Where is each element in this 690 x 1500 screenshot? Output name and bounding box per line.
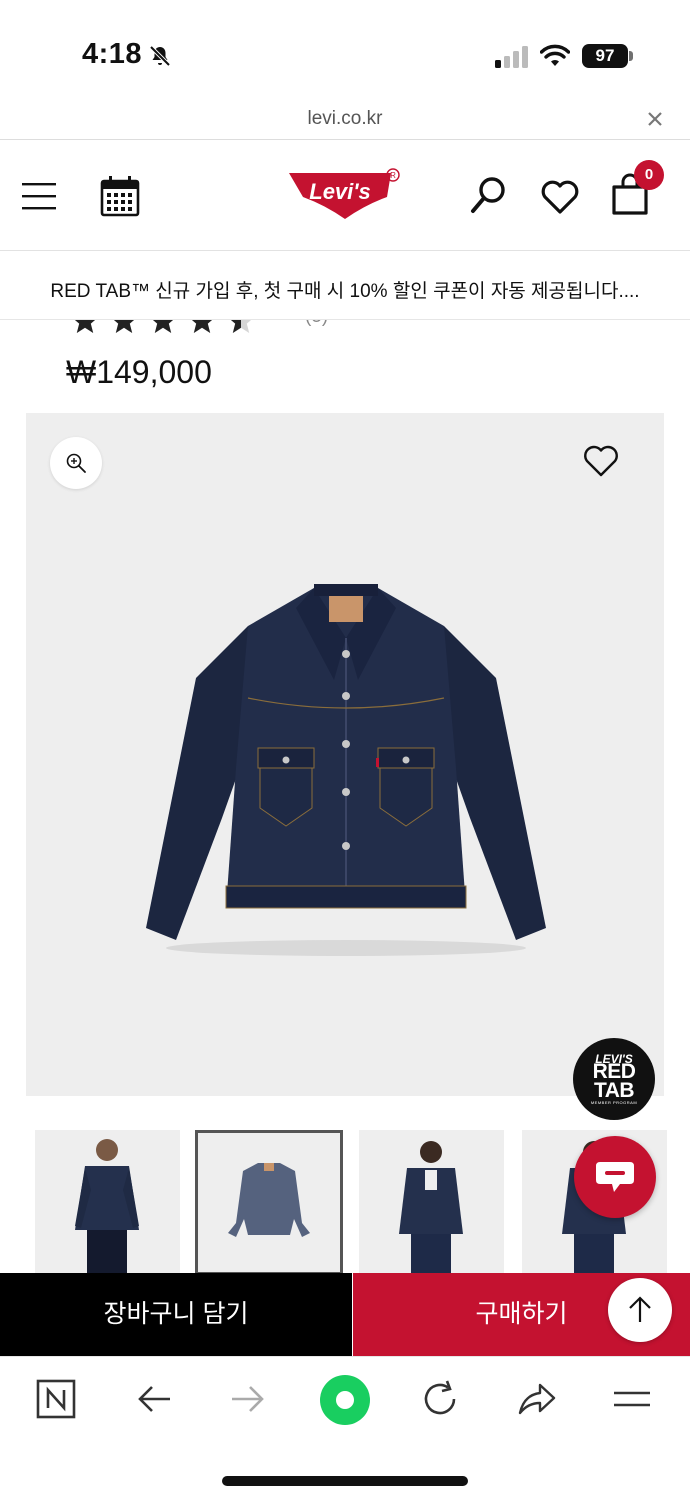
scroll-to-top-button[interactable] xyxy=(608,1278,672,1342)
jacket-image xyxy=(146,584,546,956)
status-time: 4:18 xyxy=(82,38,143,70)
thumbnail-model-front-2[interactable] xyxy=(359,1130,504,1275)
red-tab-line2: TAB xyxy=(593,1079,635,1102)
share-icon[interactable] xyxy=(516,1379,556,1419)
chat-button[interactable] xyxy=(574,1136,656,1218)
search-icon[interactable] xyxy=(470,175,508,215)
red-tab-badge[interactable]: LEVI'S RED TAB MEMBER PROGRAM xyxy=(573,1038,655,1120)
thumbnail-image xyxy=(399,1141,463,1275)
battery-cap xyxy=(629,51,633,61)
thumbnail-jacket-flat[interactable] xyxy=(195,1130,343,1275)
bell-off-icon xyxy=(149,45,171,67)
purchase-action-bar: 장바구니 담기 구매하기 xyxy=(0,1273,690,1356)
red-tab-tagline: MEMBER PROGRAM xyxy=(590,1100,638,1105)
thumbnail-model-front[interactable] xyxy=(35,1130,180,1275)
thumbnail-image xyxy=(228,1163,310,1237)
refresh-icon[interactable] xyxy=(420,1379,460,1419)
arrow-up-icon xyxy=(629,1296,651,1322)
status-bar: 4:18 97 xyxy=(0,0,690,100)
url-bar[interactable]: levi.co.kr xyxy=(0,100,690,140)
heart-icon[interactable] xyxy=(540,179,580,215)
add-to-cart-button[interactable]: 장바구니 담기 xyxy=(0,1273,352,1356)
product-image[interactable]: LEVI'S RED TAB MEMBER PROGRAM xyxy=(26,413,664,1120)
zoom-button[interactable] xyxy=(50,437,102,489)
red-tab-title: RED TAB xyxy=(573,1061,655,1102)
naver-n-icon[interactable] xyxy=(36,1379,76,1419)
product-price: ₩149,000 xyxy=(66,354,212,390)
back-arrow-icon[interactable] xyxy=(134,1379,174,1419)
forward-arrow-icon[interactable] xyxy=(228,1379,268,1419)
zoom-in-icon xyxy=(66,453,86,473)
svg-text:R: R xyxy=(390,171,396,180)
site-header: Levi's R xyxy=(0,141,690,251)
menu-icon[interactable] xyxy=(22,181,56,211)
close-icon[interactable] xyxy=(644,108,666,130)
logo-text: Levi's xyxy=(309,179,371,204)
thumbnail-image xyxy=(75,1139,139,1275)
signal-icon xyxy=(495,46,528,68)
levis-logo[interactable]: Levi's R xyxy=(287,167,403,223)
home-indicator xyxy=(222,1476,468,1486)
battery-indicator: 97 xyxy=(582,44,628,68)
naver-home-icon[interactable] xyxy=(318,1373,372,1427)
chat-bubble-icon xyxy=(596,1162,634,1192)
url-text[interactable]: levi.co.kr xyxy=(0,108,690,130)
calendar-icon[interactable] xyxy=(100,175,140,217)
promo-text[interactable]: RED TAB™ 신규 가입 후, 첫 구매 시 10% 할인 쿠폰이 자동 제… xyxy=(0,276,690,303)
menu-lines-icon[interactable] xyxy=(612,1379,652,1419)
promo-banner[interactable]: RED TAB™ 신규 가입 후, 첫 구매 시 10% 할인 쿠폰이 자동 제… xyxy=(0,252,690,320)
wifi-icon xyxy=(540,44,570,66)
wishlist-heart-icon[interactable] xyxy=(582,443,620,479)
cart-count-badge: 0 xyxy=(634,160,664,190)
